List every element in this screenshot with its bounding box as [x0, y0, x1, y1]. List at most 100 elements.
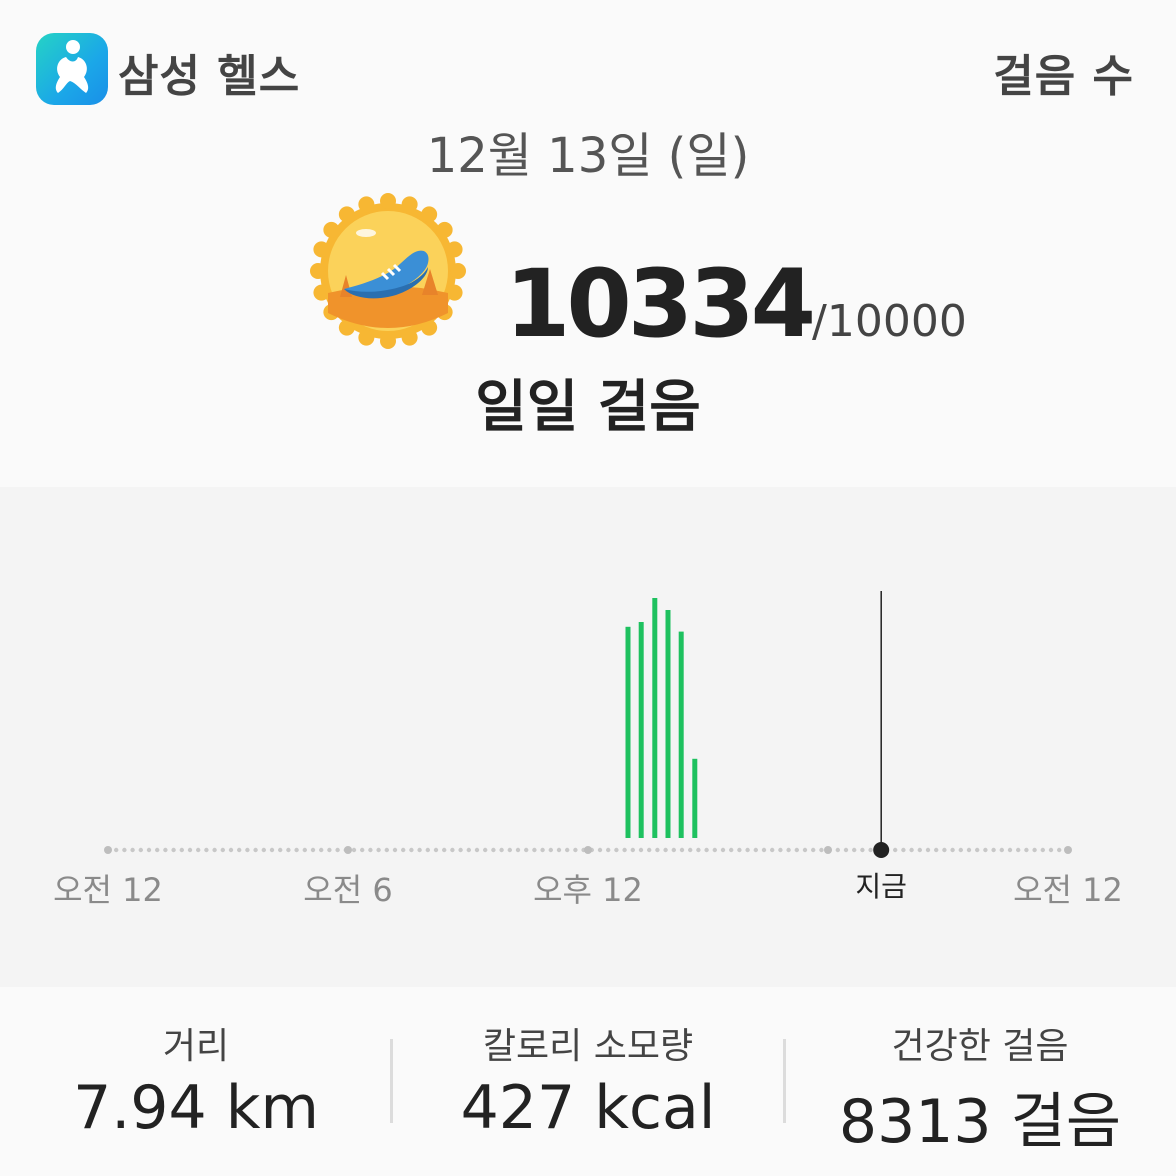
stat-value: 8313 걸음 [838, 1087, 1122, 1157]
baseline-dot [704, 847, 709, 853]
baseline-dot [458, 847, 463, 853]
samsung-health-app-icon[interactable] [36, 33, 108, 105]
baseline-dot [122, 847, 127, 853]
baseline-dot [425, 847, 430, 853]
steps-chart-svg [104, 591, 1072, 858]
baseline-dot [1040, 847, 1046, 853]
baseline-dot [146, 847, 152, 853]
baseline-dot [819, 847, 824, 853]
baseline-dot [433, 847, 439, 853]
baseline-dot [138, 847, 143, 853]
axis-major-tick [1064, 846, 1072, 854]
baseline-dot [114, 847, 119, 853]
baseline-dot [811, 847, 816, 853]
baseline-dot [269, 847, 275, 853]
baseline-dot [852, 847, 857, 853]
baseline-dot [556, 847, 562, 853]
baseline-dot [696, 847, 701, 853]
baseline-dot [565, 847, 570, 853]
x-label-now: 지금 [855, 870, 907, 903]
date-label[interactable]: 12월 13일 (일) [0, 116, 1176, 186]
baseline-dot [171, 847, 176, 853]
steps-chart[interactable]: 오전 12 오전 6 오후 12 지금 오전 12 [0, 487, 1176, 987]
baseline-dot [294, 847, 299, 853]
stat-label: 칼로리 소모량 [482, 1026, 694, 1067]
stat-label: 거리 [162, 1026, 230, 1067]
baseline-dot [179, 847, 184, 853]
baseline-dot [991, 847, 996, 853]
baseline-dot [1057, 847, 1062, 853]
baseline-dot [1007, 847, 1013, 853]
x-label-6am: 오전 6 [303, 871, 393, 909]
baseline-dot [761, 847, 767, 853]
baseline-dot [327, 847, 332, 853]
baseline-dot [614, 847, 619, 853]
baseline-dot [532, 847, 537, 853]
baseline-dot [483, 847, 488, 853]
axis-major-tick [584, 846, 592, 854]
section-title: 걸음 수 [993, 51, 1134, 102]
baseline-dot [778, 847, 783, 853]
stat-label: 건강한 걸음 [891, 1026, 1069, 1067]
baseline-dot [942, 847, 947, 853]
steps-bar [692, 758, 698, 838]
baseline-dot [392, 847, 398, 853]
baseline-dot [319, 847, 324, 853]
baseline-dot [310, 847, 316, 853]
steps-goal: /10000 [812, 296, 967, 347]
baseline-dot [893, 847, 898, 853]
x-label-noon: 오후 12 [533, 871, 643, 909]
baseline-dot [524, 847, 529, 853]
baseline-dot [753, 847, 758, 853]
header: 삼성 헬스 걸음 수 [0, 0, 1176, 110]
baseline-dot [491, 847, 496, 853]
baseline-dot [794, 847, 799, 853]
baseline-dot [917, 847, 922, 853]
baseline-dot [638, 847, 644, 853]
baseline-dot [1032, 847, 1037, 853]
stats-row: 거리 7.94 km 칼로리 소모량 427 kcal 건강한 걸음 8313 … [0, 987, 1176, 1176]
baseline-dot [474, 847, 480, 853]
baseline-dot [228, 847, 234, 853]
baseline-dot [204, 847, 209, 853]
x-label-midnight-start: 오전 12 [53, 871, 163, 909]
baseline-dot [286, 847, 291, 853]
baseline-dot [655, 847, 660, 853]
baseline-dot [737, 847, 742, 853]
baseline-dot [729, 847, 734, 853]
baseline-dot [450, 847, 455, 853]
baseline-dot [983, 847, 988, 853]
baseline-dot [302, 847, 307, 853]
baseline-dot [770, 847, 775, 853]
baseline-dot [622, 847, 627, 853]
baseline-dot [130, 847, 135, 853]
baseline-dot [417, 847, 422, 853]
baseline-dot [163, 847, 168, 853]
baseline-dot [934, 847, 939, 853]
baseline-dot [712, 847, 717, 853]
baseline-dot [647, 847, 652, 853]
steps-bar [625, 626, 631, 838]
baseline-dot [212, 847, 217, 853]
now-marker-dot[interactable] [873, 842, 890, 858]
steps-value: 10334 [505, 250, 816, 359]
baseline-dot [548, 847, 553, 853]
running-shoe-badge-icon [310, 193, 466, 349]
baseline-dot [245, 847, 250, 853]
baseline-dot [843, 847, 849, 853]
baseline-dot [253, 847, 258, 853]
steps-bar [678, 631, 684, 838]
baseline-dot [901, 847, 906, 853]
baseline-dot [630, 847, 635, 853]
daily-steps-label: 일일 걸음 [475, 375, 701, 440]
baseline-dot [351, 847, 357, 853]
axis-major-tick [104, 846, 112, 854]
baseline-dot [442, 847, 447, 853]
baseline-dot [1016, 847, 1021, 853]
steps-bar [665, 610, 671, 838]
baseline-dot [540, 847, 545, 853]
baseline-dot [360, 847, 365, 853]
baseline-dot [868, 847, 873, 853]
baseline-dot [786, 847, 791, 853]
baseline-dot [1024, 847, 1029, 853]
